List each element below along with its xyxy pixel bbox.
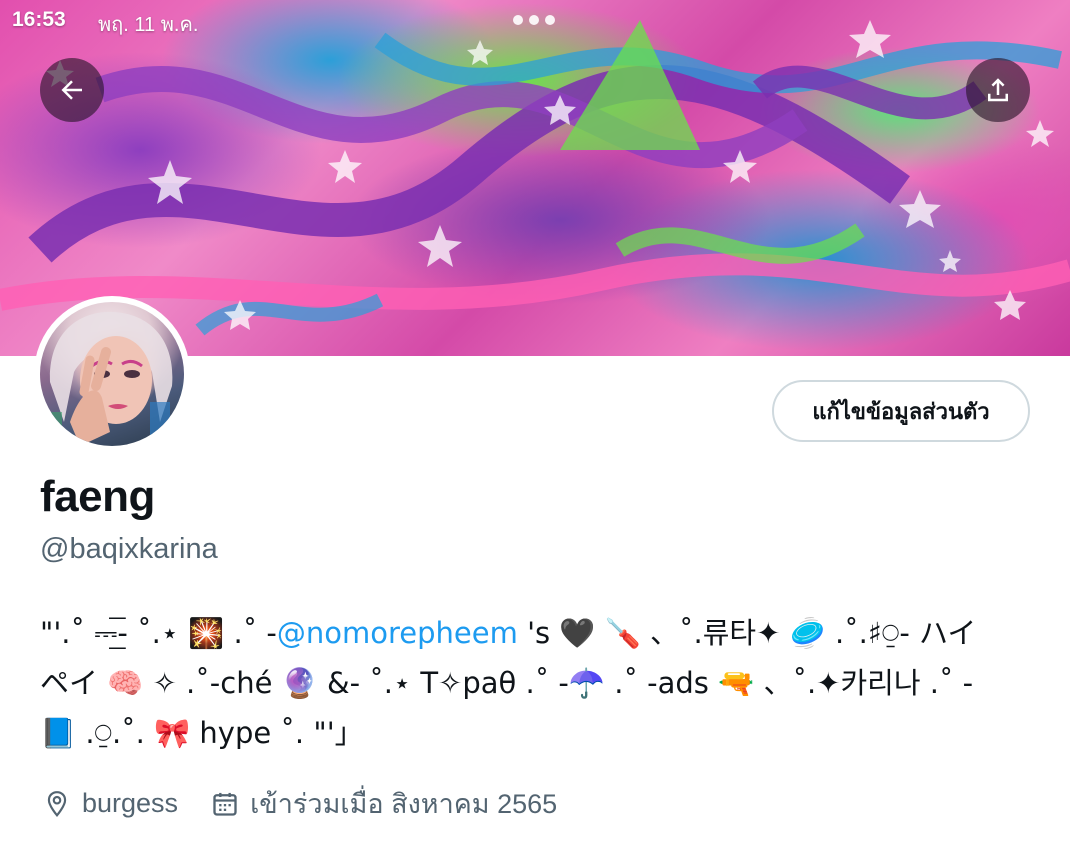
bio-line-1: "'.˚ ⎓͟͟͞͞- ˚.⋆ 🎇 .˚ -@nomorepheem 's 🖤 … — [40, 608, 1030, 658]
joined-item: เข้าร่วมเมื่อ สิงหาคม 2565 — [210, 782, 557, 825]
arrow-left-icon — [61, 80, 82, 100]
profile-banner[interactable]: 16:53 พฤ. 11 พ.ค. — [0, 0, 1070, 356]
avatar-photo — [40, 302, 184, 446]
bio-text: 's 🖤 🪛 、˚.류타✦ 🥏 .˚.♯⍜- ハイ — [517, 616, 977, 650]
status-date: พฤ. 11 พ.ค. — [98, 14, 199, 36]
status-time: 16:53 — [12, 8, 66, 31]
profile-meta: burgess เข้าร่วมเมื่อ สิงหาคม 2565 — [42, 782, 589, 825]
profile-bio: "'.˚ ⎓͟͟͞͞- ˚.⋆ 🎇 .˚ -@nomorepheem 's 🖤 … — [40, 608, 1030, 758]
mention-link[interactable]: @nomorepheem — [277, 616, 518, 650]
display-name: faeng — [40, 472, 155, 521]
multitasking-dots-icon[interactable] — [513, 15, 555, 25]
location-item: burgess — [42, 788, 178, 819]
username-handle: @baqixkarina — [40, 533, 218, 565]
bio-line-2: ペイ 🧠 ✧ .˚-ché 🔮 &- ˚.⋆ T✧paθ .˚ -☂️ .˚ -… — [40, 666, 974, 700]
banner-artwork — [0, 20, 1070, 336]
avatar[interactable] — [34, 296, 190, 452]
joined-date-text: เข้าร่วมเมื่อ สิงหาคม 2565 — [250, 789, 558, 819]
location-pin-icon — [42, 789, 72, 819]
share-button[interactable] — [966, 58, 1030, 122]
edit-profile-button[interactable]: แก้ไขข้อมูลส่วนตัว — [772, 380, 1030, 442]
back-button[interactable] — [40, 58, 104, 122]
bio-text: "'.˚ ⎓͟͟͞͞- ˚.⋆ 🎇 .˚ - — [40, 616, 277, 650]
location-text: burgess — [82, 788, 179, 818]
bio-line-3: 📘 .⍜.˚. 🎀 hype ˚. "'」 — [40, 716, 364, 750]
share-upload-icon — [988, 78, 1008, 102]
calendar-icon — [210, 789, 240, 819]
